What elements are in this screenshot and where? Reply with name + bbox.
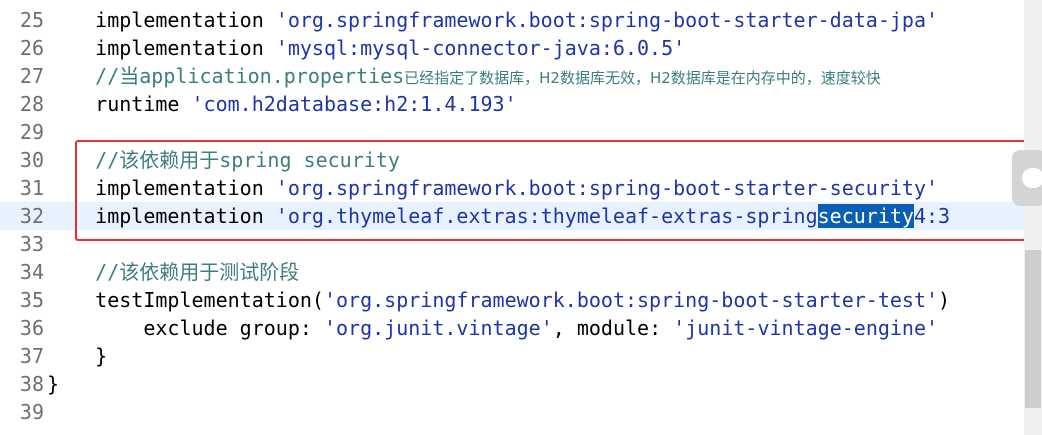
code-token: implementation [47, 8, 276, 32]
scroll-indicator-popup [1012, 150, 1042, 206]
line-number: 33 [19, 232, 44, 256]
code-token: 已经指定了数据库，H2数据库无效，H2数据库是在内存中的，速度较快 [404, 69, 881, 87]
line-number: 31 [19, 176, 44, 200]
line-number: 27 [19, 64, 44, 88]
line-code: exclude group: 'org.junit.vintage', modu… [47, 314, 938, 342]
code-line[interactable]: 28 runtime 'com.h2database:h2:1.4.193' [0, 90, 1024, 118]
code-token: 'org.springframework.boot:spring-boot-st… [275, 8, 939, 32]
code-line[interactable]: 39 [0, 398, 1024, 426]
code-token: 'junit-vintage-engine' [673, 316, 939, 340]
scrollbar-thumb[interactable] [1025, 250, 1041, 408]
line-number: 39 [19, 400, 44, 424]
code-line[interactable]: 27 //当application.properties已经指定了数据库，H2数… [0, 62, 1024, 90]
code-line[interactable]: 26 implementation 'mysql:mysql-connector… [0, 34, 1024, 62]
code-token: 'org.springframework.boot:spring-boot-st… [323, 288, 939, 312]
code-line[interactable]: 35 testImplementation('org.springframewo… [0, 286, 1024, 314]
code-token: } [47, 344, 108, 368]
line-code: //当application.properties已经指定了数据库，H2数据库无… [47, 62, 881, 92]
code-token: 'org.junit.vintage' [323, 316, 553, 340]
code-line[interactable]: 34 //该依赖用于测试阶段 [0, 258, 1024, 286]
line-number: 34 [19, 260, 44, 284]
code-token: 'com.h2database:h2:1.4.193' [191, 92, 517, 116]
code-token: //该依赖用于测试阶段 [47, 260, 300, 284]
code-line[interactable]: 36 exclude group: 'org.junit.vintage', m… [0, 314, 1024, 342]
code-line[interactable]: 25 implementation 'org.springframework.b… [0, 6, 1024, 34]
code-token: implementation [47, 36, 276, 60]
line-number: 29 [19, 120, 44, 144]
line-number: 25 [19, 8, 44, 32]
line-code: runtime 'com.h2database:h2:1.4.193' [47, 90, 517, 118]
code-token: 'mysql:mysql-connector-java:6.0.5' [275, 36, 686, 60]
code-token: } [47, 372, 60, 396]
code-token: testImplementation( [47, 288, 324, 312]
line-number: 30 [19, 148, 44, 172]
line-code: implementation 'mysql:mysql-connector-ja… [47, 34, 685, 62]
line-number: 38 [19, 372, 44, 396]
code-line[interactable]: 37 } [0, 342, 1024, 370]
line-number: 36 [19, 316, 44, 340]
vertical-scrollbar[interactable] [1024, 0, 1042, 435]
line-number: 28 [19, 92, 44, 116]
line-number: 37 [19, 344, 44, 368]
code-token: exclude group: [47, 316, 324, 340]
line-number: 35 [19, 288, 44, 312]
code-token: runtime [47, 92, 192, 116]
line-code: } [47, 370, 59, 398]
line-number: 26 [19, 36, 44, 60]
line-code: } [47, 342, 107, 370]
line-code: implementation 'org.springframework.boot… [47, 6, 938, 34]
code-editor[interactable]: 25 implementation 'org.springframework.b… [0, 0, 1042, 435]
line-code: testImplementation('org.springframework.… [47, 286, 950, 314]
code-token: //当application.properties [47, 64, 405, 88]
scroll-indicator-icon [1022, 168, 1042, 188]
code-token: , module: [552, 316, 674, 340]
code-token: ) [938, 288, 951, 312]
code-line[interactable]: 38} [0, 370, 1024, 398]
line-number: 32 [19, 204, 44, 228]
line-code: //该依赖用于测试阶段 [47, 258, 299, 286]
highlight-box [75, 140, 1026, 241]
